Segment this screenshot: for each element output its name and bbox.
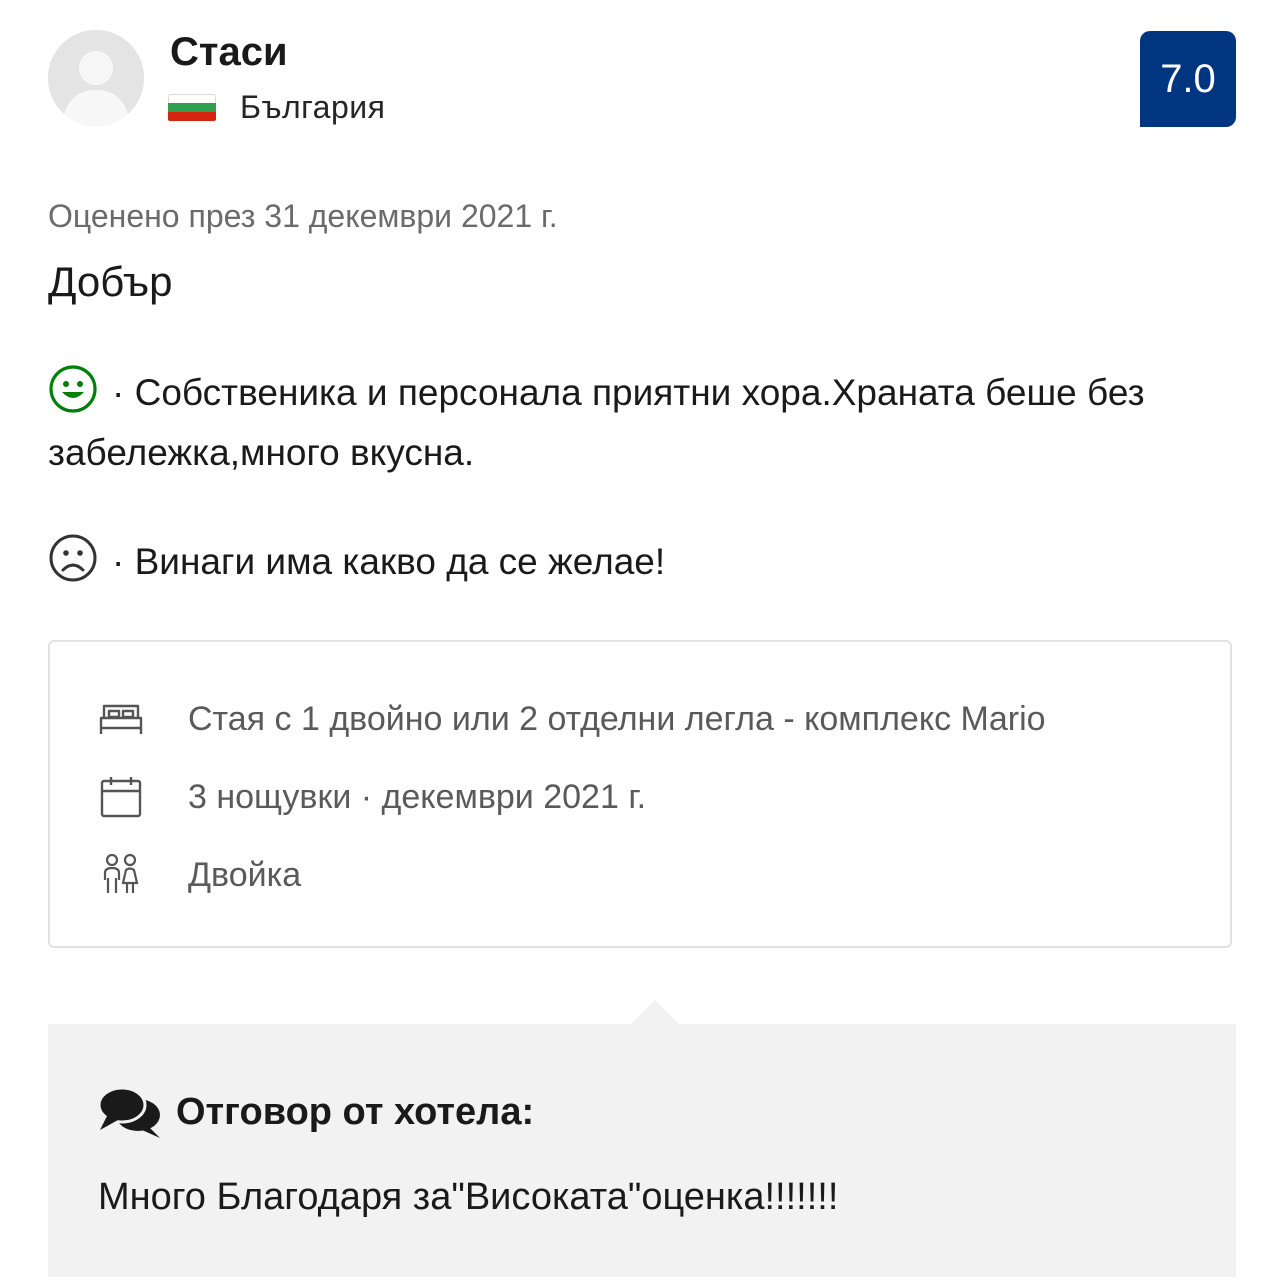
room-row: Стая с 1 двойно или 2 отделни легла - ко… — [98, 694, 1046, 744]
bed-icon — [98, 696, 144, 742]
bulgaria-flag-icon — [168, 94, 216, 121]
smile-icon — [48, 364, 98, 414]
avatar — [48, 30, 144, 126]
review-title: Добър — [48, 258, 173, 305]
frown-icon — [48, 533, 98, 583]
reviewer-country: България — [240, 89, 386, 125]
user-silhouette-icon — [48, 30, 144, 126]
calendar-icon — [98, 774, 144, 820]
negative-text: · Винаги има какво да се желае! — [112, 541, 666, 582]
reply-pointer — [630, 1000, 680, 1025]
stay-details-card: Стая с 1 двойно или 2 отделни легла - ко… — [48, 640, 1232, 948]
reviewer-name: Стаси — [170, 30, 288, 74]
traveler-row: Двойка — [98, 850, 301, 900]
reply-text: Много Благодаря за"Високата"оценка!!!!!!… — [98, 1176, 839, 1218]
score-badge: 7.0 — [1140, 31, 1236, 127]
speech-bubbles-icon — [98, 1084, 164, 1140]
negative-comment: · Винаги има какво да се желае! — [48, 532, 1208, 592]
nights-row: 3 нощувки · декември 2021 г. — [98, 772, 646, 822]
reply-heading-text: Отговор от хотела: — [176, 1090, 535, 1133]
couple-icon — [98, 852, 144, 898]
traveler-text: Двойка — [188, 855, 302, 894]
reply-heading: Отговор от хотела: — [98, 1084, 534, 1140]
positive-text: · Собственика и персонала приятни хора.Х… — [48, 372, 1145, 473]
positive-comment: · Собственика и персонала приятни хора.Х… — [48, 363, 1208, 483]
room-text: Стая с 1 двойно или 2 отделни легла - ко… — [188, 699, 1046, 738]
review-date: Оценено през 31 декември 2021 г. — [48, 198, 558, 234]
hotel-reply: Отговор от хотела: Много Благодаря за"Ви… — [48, 1024, 1236, 1277]
nights-text: 3 нощувки · декември 2021 г. — [188, 777, 647, 816]
